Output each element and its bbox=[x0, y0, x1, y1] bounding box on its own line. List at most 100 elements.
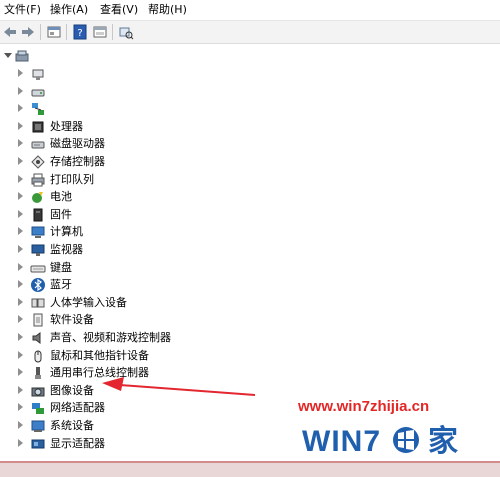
tree-item[interactable]: 磁盘驱动器 bbox=[18, 135, 318, 153]
monitor-icon bbox=[30, 242, 46, 258]
tree-item-label: 系统设备 bbox=[50, 419, 94, 432]
system-device-icon bbox=[30, 418, 46, 434]
tree-item[interactable]: 显示适配器 bbox=[18, 435, 318, 453]
forward-arrow-icon[interactable] bbox=[20, 24, 36, 40]
expand-triangle-icon[interactable] bbox=[18, 104, 23, 113]
tree-item[interactable] bbox=[18, 65, 318, 83]
expand-triangle-icon[interactable] bbox=[18, 139, 23, 148]
toolbar-separator bbox=[112, 24, 113, 40]
menu-help[interactable]: 帮助(H) bbox=[148, 3, 187, 17]
tree-item-label: 键盘 bbox=[50, 260, 72, 274]
tree-item-label: 声音、视频和游戏控制器 bbox=[50, 331, 171, 344]
tree-item[interactable] bbox=[18, 100, 318, 118]
tree-item[interactable]: 鼠标和其他指针设备 bbox=[18, 347, 318, 365]
expand-triangle-icon[interactable] bbox=[18, 315, 23, 324]
processor-icon bbox=[30, 119, 46, 135]
tree-item[interactable]: 键盘 bbox=[18, 259, 318, 277]
speaker-icon bbox=[30, 330, 46, 346]
logo-text: WIN7 bbox=[302, 425, 381, 458]
expand-triangle-icon[interactable] bbox=[18, 438, 23, 447]
keyboard-icon bbox=[30, 260, 46, 276]
properties-icon[interactable] bbox=[46, 24, 62, 40]
tree-item[interactable]: 处理器 bbox=[18, 118, 318, 136]
expand-triangle-icon[interactable] bbox=[18, 174, 23, 183]
computer-root-icon bbox=[14, 48, 30, 64]
scope-icon[interactable] bbox=[92, 24, 108, 40]
mouse-icon bbox=[30, 348, 46, 364]
expand-triangle-icon[interactable] bbox=[18, 192, 23, 201]
toolbar: ? bbox=[0, 20, 500, 44]
firmware-icon bbox=[30, 207, 46, 223]
tree-item-label: 电池 bbox=[50, 190, 72, 204]
tree-item-label: 鼠标和其他指针设备 bbox=[50, 348, 149, 362]
tree-item[interactable]: 存储控制器 bbox=[18, 153, 318, 171]
network-adapter-icon bbox=[30, 400, 46, 416]
storage-icon bbox=[30, 84, 46, 100]
expand-triangle-icon[interactable] bbox=[18, 333, 23, 341]
expand-triangle-icon[interactable] bbox=[18, 69, 23, 77]
tree-item[interactable]: 监视器 bbox=[18, 241, 318, 259]
menu-file[interactable]: 文件(F) bbox=[4, 3, 41, 17]
tree-item-label: 蓝牙 bbox=[50, 278, 72, 292]
annotation-arrow bbox=[102, 377, 256, 396]
win7-logo: WIN7 家 bbox=[300, 415, 475, 459]
menu-bar: 文件(F) 操作(A) 查看(V) 帮助(H) bbox=[0, 0, 500, 20]
tree-item[interactable]: 计算机 bbox=[18, 223, 318, 241]
tree-item[interactable]: 蓝牙 bbox=[18, 276, 318, 294]
tree-item-label: 人体学输入设备 bbox=[50, 295, 127, 309]
display-adapter-icon bbox=[30, 436, 46, 452]
expand-triangle-icon[interactable] bbox=[18, 385, 23, 394]
tree-item-label: 软件设备 bbox=[50, 313, 94, 327]
expand-triangle-icon[interactable] bbox=[18, 403, 23, 412]
tree-item-label: 固件 bbox=[50, 207, 72, 221]
tree-item-label: 存储控制器 bbox=[50, 155, 105, 168]
expand-triangle-icon[interactable] bbox=[18, 121, 23, 130]
tree-item-label: 计算机 bbox=[50, 225, 83, 239]
menu-view[interactable]: 查看(V) bbox=[100, 3, 138, 17]
tree-item-label: 打印队列 bbox=[50, 172, 94, 186]
expand-triangle-icon[interactable] bbox=[18, 227, 23, 236]
tree-item[interactable]: 打印队列 bbox=[18, 171, 318, 189]
printer-icon bbox=[30, 172, 46, 188]
collapse-triangle-icon[interactable] bbox=[4, 53, 12, 58]
expand-triangle-icon[interactable] bbox=[18, 86, 23, 95]
watermark-url: www.win7zhijia.cn bbox=[298, 398, 430, 415]
help-icon[interactable]: ? bbox=[72, 24, 88, 40]
computer-icon bbox=[30, 224, 46, 240]
tree-item[interactable]: 声音、视频和游戏控制器 bbox=[18, 329, 318, 347]
tree-item[interactable]: 人体学输入设备 bbox=[18, 294, 318, 312]
expand-triangle-icon[interactable] bbox=[18, 297, 23, 306]
software-device-icon bbox=[30, 312, 46, 328]
expand-triangle-icon[interactable] bbox=[18, 157, 23, 165]
expand-triangle-icon[interactable] bbox=[18, 262, 23, 271]
disk-drive-icon bbox=[30, 136, 46, 152]
toolbar-separator bbox=[40, 24, 41, 40]
hid-icon bbox=[30, 295, 46, 311]
network-icon bbox=[30, 101, 46, 117]
usb-icon bbox=[30, 365, 46, 381]
expand-triangle-icon[interactable] bbox=[18, 280, 23, 289]
expand-triangle-icon[interactable] bbox=[18, 209, 23, 218]
tree-item[interactable] bbox=[18, 83, 318, 101]
battery-icon bbox=[30, 189, 46, 205]
tree-item[interactable]: 电池 bbox=[18, 188, 318, 206]
toolbar-separator bbox=[66, 24, 67, 40]
expand-triangle-icon[interactable] bbox=[18, 350, 23, 359]
tree-item-label: 磁盘驱动器 bbox=[50, 137, 105, 151]
camera-icon bbox=[30, 383, 46, 399]
storage-controller-icon bbox=[30, 154, 46, 170]
tree-item-label: 处理器 bbox=[50, 119, 83, 133]
expand-triangle-icon[interactable] bbox=[18, 421, 23, 429]
tree-item[interactable]: 系统设备 bbox=[18, 417, 318, 435]
svg-text:?: ? bbox=[77, 28, 82, 39]
expand-triangle-icon[interactable] bbox=[18, 368, 23, 377]
scan-hardware-icon[interactable] bbox=[118, 24, 134, 40]
back-arrow-icon[interactable] bbox=[2, 24, 18, 40]
tree-item-label: 显示适配器 bbox=[50, 436, 105, 450]
expand-triangle-icon[interactable] bbox=[18, 245, 23, 253]
menu-action[interactable]: 操作(A) bbox=[50, 3, 88, 17]
bluetooth-icon bbox=[30, 277, 46, 293]
audio-io-icon bbox=[30, 66, 46, 82]
tree-item[interactable]: 软件设备 bbox=[18, 311, 318, 329]
tree-item[interactable]: 固件 bbox=[18, 206, 318, 224]
